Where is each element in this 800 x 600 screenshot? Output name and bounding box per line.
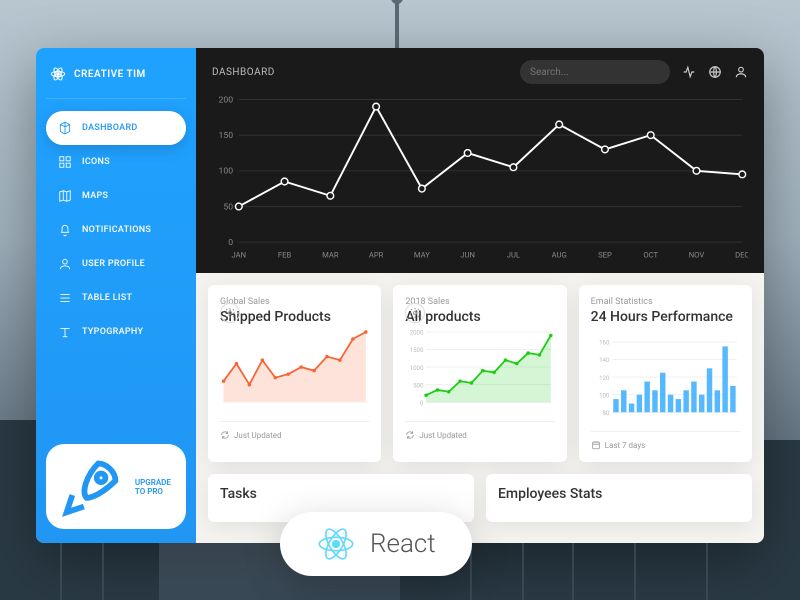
card-footer: Just Updated [220,421,369,440]
grid-icon [58,155,72,169]
svg-text:MAY: MAY [414,250,430,259]
rocket-icon [58,452,127,521]
sidebar-item-label: NOTIFICATIONS [82,225,151,235]
user-icon[interactable] [734,65,748,79]
svg-text:JAN: JAN [232,250,247,259]
react-badge: React [280,512,472,576]
svg-text:120: 120 [599,375,610,382]
card-chart: 0 500 1000 1500 2000 [405,323,554,413]
globe-icon[interactable] [708,65,722,79]
sidebar-item-label: ICONS [82,157,110,167]
list-icon [58,291,72,305]
stat-card: Global Sales Shipped Products Just Updat… [208,285,381,462]
svg-text:SEP: SEP [598,250,612,259]
card-footer: Just Updated [405,421,554,440]
svg-text:50: 50 [223,202,233,212]
svg-text:200: 200 [219,95,234,105]
employees-stats-card: Employees Stats [486,474,752,522]
svg-text:FEB: FEB [278,250,292,259]
card-chart [220,323,369,413]
brand: CREATIVE TIM [46,62,186,99]
card-label: Global Sales [220,297,369,307]
sidebar-item-dashboard[interactable]: DASHBOARD [46,111,186,145]
svg-text:1000: 1000 [410,365,424,372]
svg-text:2000: 2000 [410,330,424,337]
card-title: 24 Hours Performance [591,309,740,325]
svg-text:100: 100 [599,392,610,399]
main-chart: 0 50 100 150 200 JAN FEB MAR APR MAY JUN JUL AUG SEP O… [212,90,748,265]
cards-row-2: Tasks Employees Stats [196,474,764,522]
topbar: DASHBOARD [212,60,748,84]
sidebar-item-table-list[interactable]: TABLE LIST [46,281,186,315]
sidebar-item-label: DASHBOARD [82,123,138,133]
svg-text:APR: APR [369,250,384,259]
sidebar-item-icons[interactable]: ICONS [46,145,186,179]
sidebar-item-label: USER PROFILE [82,259,145,269]
svg-text:NOV: NOV [689,250,705,259]
search-input[interactable] [520,60,670,84]
react-logo-icon [50,66,66,82]
svg-text:AUG: AUG [552,250,567,259]
activity-icon[interactable] [682,65,696,79]
sidebar-item-label: TYPOGRAPHY [82,327,143,337]
stat-card: Email Statistics 24 Hours Performance 80… [579,285,752,462]
nav-list: DASHBOARD ICONS MAPS NOTIFICATIONS USER PROF… [46,111,186,349]
main-content: DASHBOARD 0 50 100 150 200 JAN FEB MAR APR MAY JUN… [196,48,764,543]
card-label: Email Statistics [591,297,740,307]
refresh-icon [405,430,415,440]
breadcrumb: DASHBOARD [212,67,275,78]
user-icon [58,257,72,271]
sidebar-item-typography[interactable]: TYPOGRAPHY [46,315,186,349]
svg-text:160: 160 [599,340,610,347]
svg-text:140: 140 [599,357,610,364]
bell-icon [58,223,72,237]
svg-text:80: 80 [602,410,609,417]
upgrade-label: UPGRADE TO PRO [135,478,174,496]
card-chart: 80 100 120 140 160 [591,333,740,423]
svg-text:JUN: JUN [460,250,475,259]
svg-text:JUL: JUL [507,250,520,259]
sidebar-item-maps[interactable]: MAPS [46,179,186,213]
svg-text:0: 0 [228,238,233,248]
calendar-icon [591,440,601,450]
gear-icon [409,307,421,319]
cards-row: Global Sales Shipped Products Just Updat… [196,273,764,474]
sidebar-item-label: TABLE LIST [82,293,132,303]
refresh-icon [220,430,230,440]
svg-text:100: 100 [219,167,234,177]
cube-icon [58,121,72,135]
sidebar-item-user-profile[interactable]: USER PROFILE [46,247,186,281]
react-label: React [370,529,436,559]
hero-panel: DASHBOARD 0 50 100 150 200 JAN FEB MAR APR MAY JUN… [196,48,764,273]
card-settings-button[interactable] [220,303,240,323]
svg-text:1500: 1500 [410,347,424,354]
sidebar: CREATIVE TIM DASHBOARD ICONS MAPS NOTIFICAT… [36,48,196,543]
search-field[interactable] [530,67,663,78]
map-icon [58,189,72,203]
react-logo-icon [316,524,356,564]
svg-text:DEC: DEC [735,250,748,259]
brand-text: CREATIVE TIM [74,69,146,80]
app-window: CREATIVE TIM DASHBOARD ICONS MAPS NOTIFICAT… [36,48,764,543]
gear-icon [224,307,236,319]
type-icon [58,325,72,339]
svg-text:OCT: OCT [643,250,658,259]
stat-card: 2018 Sales All products 0500100015002000… [393,285,566,462]
card-label: 2018 Sales [405,297,554,307]
svg-text:0: 0 [420,400,424,407]
card-footer: Last 7 days [591,431,740,450]
svg-text:500: 500 [413,382,424,389]
upgrade-button[interactable]: UPGRADE TO PRO [46,444,186,529]
sidebar-item-notifications[interactable]: NOTIFICATIONS [46,213,186,247]
svg-text:MAR: MAR [322,250,339,259]
sidebar-item-label: MAPS [82,191,108,201]
svg-text:150: 150 [219,131,234,141]
